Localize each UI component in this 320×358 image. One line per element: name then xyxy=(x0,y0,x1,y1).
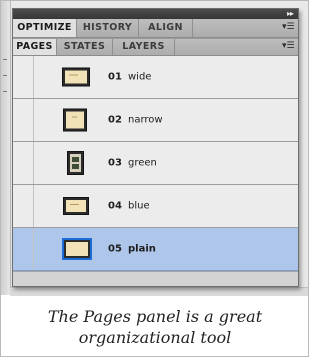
figure-caption: The Pages panel is a great organizationa… xyxy=(0,306,310,348)
pages-panel: ▸▸ OPTIMIZE HISTORY ALIGN ▾☰ PAGES STATE… xyxy=(12,8,299,287)
page-thumbnail xyxy=(63,197,89,215)
tab-align[interactable]: ALIGN xyxy=(139,19,193,37)
toolbar-mark xyxy=(3,91,7,92)
list-item[interactable]: 03 green xyxy=(13,142,298,185)
page-name: green xyxy=(128,157,157,169)
panel-footer xyxy=(13,271,298,286)
page-number: 03 xyxy=(108,157,122,169)
toolbar-mark xyxy=(3,75,7,76)
page-thumbnail xyxy=(62,67,90,87)
tab-optimize[interactable]: OPTIMIZE xyxy=(13,19,77,37)
page-thumbnail xyxy=(63,108,87,132)
backdrop-bottom xyxy=(10,287,308,296)
tab-history[interactable]: HISTORY xyxy=(77,19,139,37)
tab-row-top: OPTIMIZE HISTORY ALIGN ▾☰ xyxy=(13,19,298,38)
tab-states[interactable]: STATES xyxy=(57,39,113,55)
page-name: wide xyxy=(128,71,152,83)
collapse-panel-icon[interactable]: ▸▸ xyxy=(287,8,294,19)
row-gutter xyxy=(13,99,34,141)
list-item[interactable]: 04 blue xyxy=(13,185,298,228)
page-number: 04 xyxy=(108,200,122,212)
caption-line: organizational tool xyxy=(78,328,232,347)
page-thumbnail xyxy=(67,151,84,175)
page-name: narrow xyxy=(128,114,163,126)
tab-pages[interactable]: PAGES xyxy=(13,39,57,55)
pages-list: 01 wide 02 narrow 03 green 04 blue 05 pl… xyxy=(13,56,298,271)
list-item-selected[interactable]: 05 plain xyxy=(13,228,298,271)
page-name: blue xyxy=(128,200,150,212)
tab-row-bottom: PAGES STATES LAYERS ▾☰ xyxy=(13,39,298,56)
row-gutter xyxy=(13,185,34,227)
list-item[interactable]: 02 narrow xyxy=(13,99,298,142)
page-number: 05 xyxy=(108,243,122,255)
panel-title-bar[interactable]: ▸▸ xyxy=(13,9,298,19)
page-number: 01 xyxy=(108,71,122,83)
caption-line: The Pages panel is a great xyxy=(47,307,263,326)
row-gutter xyxy=(13,142,34,184)
row-gutter xyxy=(13,228,34,270)
page-thumbnail xyxy=(62,238,92,260)
page-name: plain xyxy=(128,243,156,255)
toolbar-mark xyxy=(3,59,7,60)
row-gutter xyxy=(13,56,34,98)
left-toolbar-strip xyxy=(1,1,11,295)
list-item[interactable]: 01 wide xyxy=(13,56,298,99)
panel-menu-icon[interactable]: ▾☰ xyxy=(282,23,295,32)
tab-layers[interactable]: LAYERS xyxy=(113,39,175,55)
page-number: 02 xyxy=(108,114,122,126)
panel-menu-icon[interactable]: ▾☰ xyxy=(282,42,295,51)
